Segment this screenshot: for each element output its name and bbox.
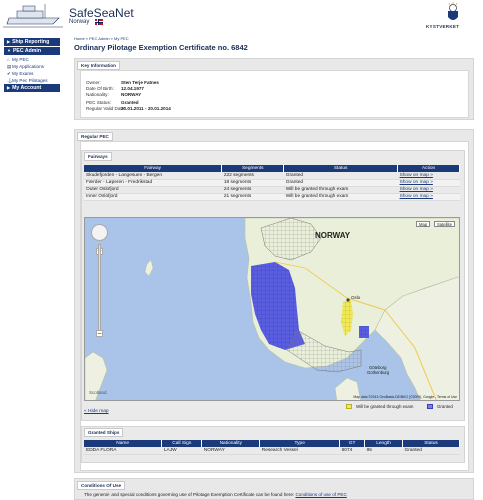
sidebar-item-my-applications[interactable]: ▤My Applications	[4, 63, 60, 70]
col-status: Status	[283, 165, 399, 172]
show-on-map-link[interactable]: Show on map »	[400, 173, 433, 178]
show-on-map-link[interactable]: Show on map »	[400, 180, 433, 185]
table-row: Færder - Løperen - Fredrikstad 18 segmen…	[84, 179, 460, 187]
col-nationality: Nationality	[201, 440, 261, 447]
granted-ships-tab: Granted Ships	[84, 428, 124, 437]
arrow-right-icon: ▶	[7, 85, 11, 90]
breadcrumb[interactable]: Home » PEC Admin » My PEC	[74, 36, 474, 41]
hide-map-link[interactable]: « Hide map	[84, 409, 109, 414]
table-row: Outer Oslofjord 24 segments Will be gran…	[84, 186, 460, 194]
map-city-gothenburg: Gothenburg	[367, 370, 390, 375]
map-scotland-label: Scotland	[89, 390, 107, 395]
sidebar: ▶ Ship Reporting ▼ PEC Admin ⌂ My PEC ▤My A…	[4, 38, 60, 93]
map-city-oslo: Oslo	[351, 295, 361, 300]
ship-logo-icon	[3, 4, 63, 28]
fairways-table: Fairway Segments Status Action Skudefjor…	[84, 165, 460, 201]
col-length: Length	[364, 440, 404, 447]
app-title: SafeSeaNet	[69, 6, 134, 20]
fairways-tab: Fairways	[84, 152, 112, 161]
map-type-map-button[interactable]: Map	[416, 221, 431, 227]
legend-granted-swatch	[427, 404, 433, 409]
col-fairway: Fairway	[84, 165, 223, 172]
show-on-map-link[interactable]: Show on map »	[400, 194, 433, 199]
key-information-box: Owner: Sten Terje Fatnes Date Of Birth: 12…	[80, 70, 469, 118]
key-information-panel: Key Information Owner: Sten Terje Fatnes …	[74, 58, 474, 120]
legend-exam-swatch	[346, 404, 352, 409]
sidebar-section-ship-reporting[interactable]: ▶ Ship Reporting	[4, 38, 60, 46]
fairway-map[interactable]: Map Satellite + − NORWAY Oslo Göteborg G…	[84, 217, 460, 401]
table-row: Inner Oslofjord 21 segments Will be gran…	[84, 193, 460, 201]
page-header: SafeSeaNet Norway KYSTVERKET	[0, 0, 483, 32]
shetland-land	[144, 259, 154, 277]
legend-exam-label: Will be granted through exam	[356, 404, 414, 409]
col-segments: Segments	[221, 165, 285, 172]
show-on-map-link[interactable]: Show on map »	[400, 187, 433, 192]
sidebar-item-my-pec-pilotages[interactable]: ⚓My Pec Pilotages	[4, 77, 60, 84]
conditions-link[interactable]: Conditions of use of PEC	[295, 492, 346, 497]
sidebar-section-my-account[interactable]: ▶ My Account	[4, 84, 60, 92]
arrow-down-icon: ▼	[7, 48, 11, 53]
coat-of-arms-icon	[448, 2, 458, 20]
pan-control[interactable]	[91, 224, 108, 241]
app-subtitle: Norway	[69, 19, 90, 25]
arrow-right-icon: ▶	[7, 39, 11, 44]
granted-ships-table: Name Call Sign Nationality Type GT Lengt…	[84, 440, 460, 455]
col-gt: GT	[339, 440, 366, 447]
agency-name: KYSTVERKET	[426, 24, 460, 29]
page-title: Ordinary Pilotage Exemption Certificate …	[74, 43, 248, 52]
map-copyright: Map data ©2013 GeoBasis-DE/BKG (©2009), …	[353, 395, 457, 399]
conditions-text: The general- and special conditions gove…	[84, 492, 347, 497]
col-status: Status	[402, 440, 460, 447]
sidebar-item-my-exams[interactable]: ✔My Exams	[4, 70, 60, 77]
map-canvas	[85, 218, 459, 400]
map-country-label: NORWAY	[315, 231, 351, 240]
zoom-out-button[interactable]: −	[96, 330, 103, 337]
map-type-satellite-button[interactable]: Satellite	[434, 221, 455, 227]
key-information-tab: Key Information	[77, 61, 120, 70]
col-action: Action	[397, 165, 460, 172]
table-row: Skudefjorden - Langesuen - Bergen 222 se…	[84, 172, 460, 180]
regular-pec-tab: Regular PEC	[77, 132, 113, 141]
col-type: Type	[259, 440, 341, 447]
zoom-slider[interactable]	[98, 244, 101, 334]
col-name: Name	[84, 440, 163, 447]
table-row: EDDA FLORA LAJW NORWAY Research Vessel 6…	[84, 447, 460, 455]
legend-granted-label: Granted	[437, 404, 453, 409]
sidebar-section-pec-admin[interactable]: ▼ PEC Admin	[4, 47, 60, 55]
conditions-tab: Conditions Of Use	[77, 481, 126, 490]
sidebar-item-my-pec[interactable]: ⌂ My PEC	[4, 56, 60, 63]
granted-segments-faerder	[359, 326, 369, 338]
col-call-sign: Call Sign	[161, 440, 203, 447]
norway-flag-icon	[95, 19, 103, 25]
main-content: Home » PEC Admin » My PEC Ordinary Pilot…	[74, 30, 474, 52]
